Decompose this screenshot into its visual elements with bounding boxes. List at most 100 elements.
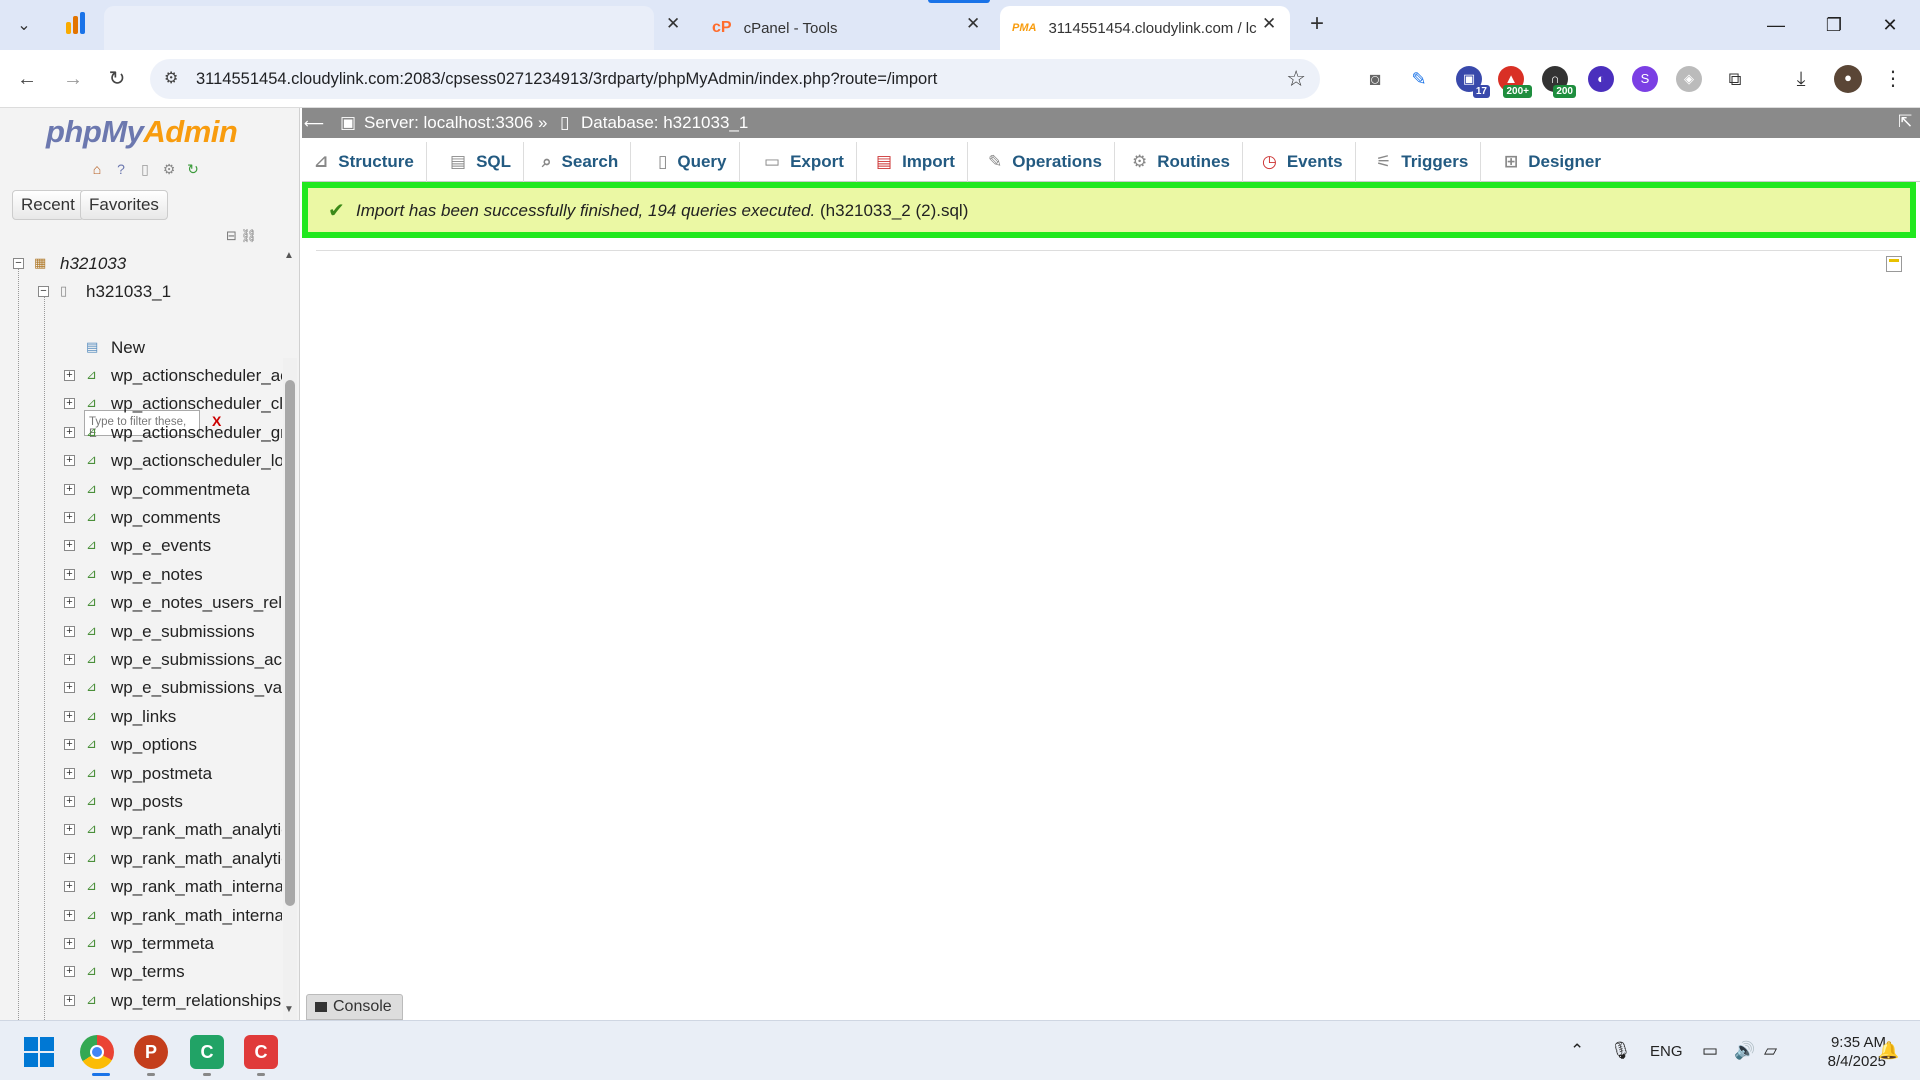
tree-server-node[interactable]: − ▦ h321033 [0,250,282,278]
expand-icon[interactable]: + [64,966,75,978]
collapse-nav-icon[interactable]: ⟵ [304,115,324,132]
volume-icon[interactable]: 🔊 [1734,1041,1755,1061]
download-icon[interactable]: ⤓ [1788,66,1814,92]
tab-structure[interactable]: ⊿ Structure [302,142,427,182]
tree-label[interactable]: wp_e_notes [111,565,203,585]
table-row[interactable]: + ⊿ wp_actionscheduler_gr [0,419,282,447]
table-row[interactable]: + ⊿ wp_e_submissions [0,618,282,646]
menu-kebab-icon[interactable]: ⋮ [1880,66,1906,92]
expand-icon[interactable]: + [64,370,75,381]
table-row[interactable]: + ⊿ wp_actionscheduler_log [0,447,282,475]
close-icon[interactable]: ✕ [666,14,680,34]
tree-label[interactable]: wp_posts [111,792,183,812]
close-icon[interactable]: ✕ [966,14,980,34]
settings-icon[interactable]: ⚙ [160,160,178,178]
expand-icon[interactable]: + [64,512,75,523]
microphone-icon[interactable]: 🎙 [1610,1041,1632,1061]
table-row[interactable]: + ⊿ wp_rank_math_analytic [0,845,282,873]
powerpoint-icon[interactable]: P [134,1035,168,1069]
avatar[interactable]: ● [1834,65,1862,93]
recent-button[interactable]: Recent [12,190,84,220]
chrome-icon[interactable] [80,1035,114,1069]
breadcrumb-database[interactable]: Database: h321033_1 [581,113,748,133]
tree-label[interactable]: wp_links [111,707,176,727]
table-row[interactable]: + ⊿ wp_terms [0,958,282,986]
shield-s-icon[interactable]: S [1632,66,1658,92]
expand-icon[interactable]: + [64,597,75,609]
notification-icon[interactable]: 🔔 [1878,1041,1899,1061]
windows-start-icon[interactable] [22,1035,56,1069]
collapse-icon[interactable]: − [38,286,49,297]
table-row[interactable]: + ⊿ wp_comments [0,504,282,532]
page-settings-icon[interactable] [1886,256,1902,272]
tab-sql[interactable]: ▤ SQL [438,142,525,182]
tree-label[interactable]: wp_e_submissions_act [111,650,282,670]
table-row[interactable]: + ⊿ wp_e_submissions_act [0,646,282,674]
tab-routines[interactable]: ⚙ Routines [1120,142,1243,182]
tab-import[interactable]: ▤ Import [864,142,968,182]
tab-events[interactable]: ◷ Events [1250,142,1356,182]
tab-operations[interactable]: ✎ Operations [976,142,1115,182]
recorder-icon[interactable]: C [244,1035,278,1069]
tree-label[interactable]: wp_rank_math_analytic [111,820,282,840]
tree-label[interactable]: wp_actionscheduler_ac [111,366,282,386]
tree-label[interactable]: wp_e_submissions_val [111,678,282,698]
expand-icon[interactable]: + [64,994,75,1006]
tab-export[interactable]: ▭ Export [752,142,857,182]
table-row[interactable]: + ⊿ wp_options [0,731,282,759]
tab-search-button[interactable]: ⌄ [6,10,42,40]
table-row[interactable]: + ⊿ wp_actionscheduler_cla [0,390,282,418]
tree-label[interactable]: wp_e_submissions [111,622,255,642]
expand-icon[interactable]: + [64,767,75,779]
language-indicator[interactable]: ENG [1650,1043,1683,1060]
table-row[interactable]: + ⊿ wp_e_notes_users_rela [0,589,282,617]
tab-query[interactable]: ▯ Query [646,142,740,182]
favorites-button[interactable]: Favorites [80,190,168,220]
table-row[interactable]: + ⊿ wp_links [0,703,282,731]
table-row[interactable]: + ⊿ wp_e_events [0,532,282,560]
clock[interactable]: 9:35 AM 8/4/2025 [1806,1033,1886,1071]
reload-button[interactable]: ↻ [102,64,132,94]
tree-label[interactable]: wp_e_events [111,536,211,556]
scroll-up-icon[interactable]: ▲ [284,250,294,261]
battery-icon[interactable]: ▱ [1764,1041,1777,1061]
breadcrumb-server[interactable]: Server: localhost:3306 [364,113,533,133]
network-icon[interactable]: ▭ [1702,1041,1718,1061]
close-icon[interactable]: ✕ [1262,14,1276,34]
tree-label[interactable]: wp_postmeta [111,764,212,784]
tab-search[interactable]: ⌕ Search [530,142,632,182]
site-info-icon[interactable]: ⚙ [164,68,178,88]
table-row[interactable]: + ⊿ wp_termmeta [0,930,282,958]
pen-icon[interactable]: ✎ [1406,66,1432,92]
camtasia-icon[interactable]: C [190,1035,224,1069]
alert-icon[interactable]: ▲ 200+ [1498,66,1532,98]
planet-icon[interactable]: ◐ [1588,66,1614,92]
close-window-button[interactable]: ✕ [1870,10,1910,40]
expand-icon[interactable]: + [64,909,75,921]
bookmark-star-icon[interactable]: ☆ [1286,66,1306,92]
help-icon[interactable]: ? [112,160,130,178]
tree-label[interactable]: wp_options [111,735,197,755]
url-text[interactable]: 3114551454.cloudylink.com:2083/cpsess027… [196,70,937,89]
expand-icon[interactable]: + [64,739,75,751]
console-button[interactable]: Console [306,994,403,1020]
tree-label[interactable]: wp_commentmeta [111,480,250,500]
table-row[interactable]: + ⊿ wp_term_relationships [0,987,282,1015]
puzzle-icon[interactable]: ⧉ [1722,66,1748,92]
expand-icon[interactable]: + [64,426,75,438]
briefcase-icon[interactable]: ▣ 17 [1456,66,1490,98]
expand-icon[interactable]: + [64,796,75,807]
new-tab-button[interactable]: + [1302,10,1332,40]
table-row[interactable]: + ⊿ wp_rank_math_internal [0,902,282,930]
headset-icon[interactable]: ∩ 200 [1542,66,1576,98]
expand-icon[interactable]: + [64,938,75,949]
back-button[interactable]: ← [12,64,42,94]
tree-label[interactable]: wp_rank_math_analytic [111,849,282,869]
shield-icon[interactable]: ◈ [1676,66,1702,92]
expand-icon[interactable]: + [64,540,75,552]
tree-label[interactable]: wp_e_notes_users_rela [111,593,282,613]
tree-db-node[interactable]: − ▯ h321033_1 [0,278,282,306]
expand-icon[interactable]: + [64,824,75,836]
tree-label[interactable]: wp_termmeta [111,934,214,954]
collapse-icon[interactable]: − [13,258,24,269]
